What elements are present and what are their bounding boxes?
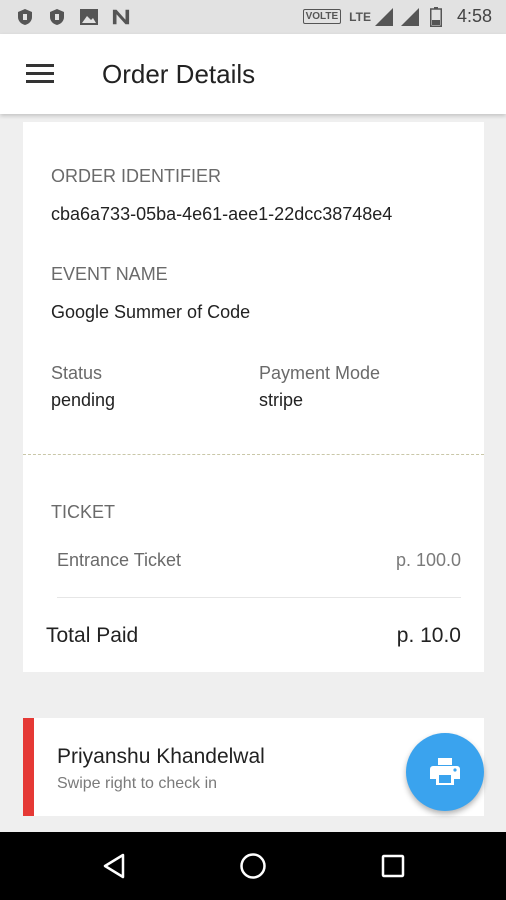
ticket-section-label: TICKET [51, 502, 116, 522]
status-label: Status [51, 363, 103, 383]
total-paid-label: Total Paid [46, 624, 139, 647]
ticket-price: p. 100.0 [395, 550, 461, 570]
attendee-status-bar [23, 718, 34, 816]
attendee-name: Priyanshu Khandelwal [57, 745, 265, 768]
shield-icon [16, 8, 34, 26]
payment-mode-label: Payment Mode [259, 363, 381, 383]
page-title: Order Details [102, 59, 256, 89]
image-icon [80, 8, 98, 26]
home-circle-icon[interactable] [237, 850, 269, 882]
n-logo-icon [112, 8, 130, 26]
recents-square-icon[interactable] [377, 850, 409, 882]
status-time: 4:58 [456, 6, 492, 26]
order-identifier-label: ORDER IDENTIFIER [51, 166, 222, 186]
payment-mode-value: stripe [259, 390, 304, 410]
order-details-card: ORDER IDENTIFIER cba6a733-05ba-4e61-aee1… [23, 122, 484, 672]
ticket-name: Entrance Ticket [57, 550, 182, 570]
notification-icons [16, 8, 130, 26]
dashed-divider [23, 454, 484, 455]
app-bar: Order Details [0, 34, 506, 114]
system-icons: VOLTE LTE 4:58 [302, 6, 492, 27]
back-triangle-icon[interactable] [98, 850, 130, 882]
hamburger-menu-icon[interactable] [26, 64, 54, 86]
event-name-label: EVENT NAME [51, 264, 168, 284]
signal-icon [400, 7, 419, 26]
order-identifier-value: cba6a733-05ba-4e61-aee1-22dcc38748e4 [51, 204, 393, 224]
shield-icon [48, 8, 66, 26]
event-name-value: Google Summer of Code [51, 302, 251, 322]
attendee-hint: Swipe right to check in [57, 775, 218, 792]
status-value: pending [51, 390, 116, 410]
volte-badge: VOLTE [302, 9, 342, 24]
status-bar: VOLTE LTE 4:58 [0, 0, 506, 34]
network-type: LTE [349, 9, 371, 24]
signal-icon [374, 7, 393, 26]
battery-icon [427, 6, 445, 27]
ticket-divider [57, 597, 461, 598]
print-button[interactable] [406, 733, 484, 811]
print-icon [430, 758, 460, 785]
system-nav-bar [0, 832, 506, 900]
total-paid-value: p. 10.0 [396, 624, 461, 647]
